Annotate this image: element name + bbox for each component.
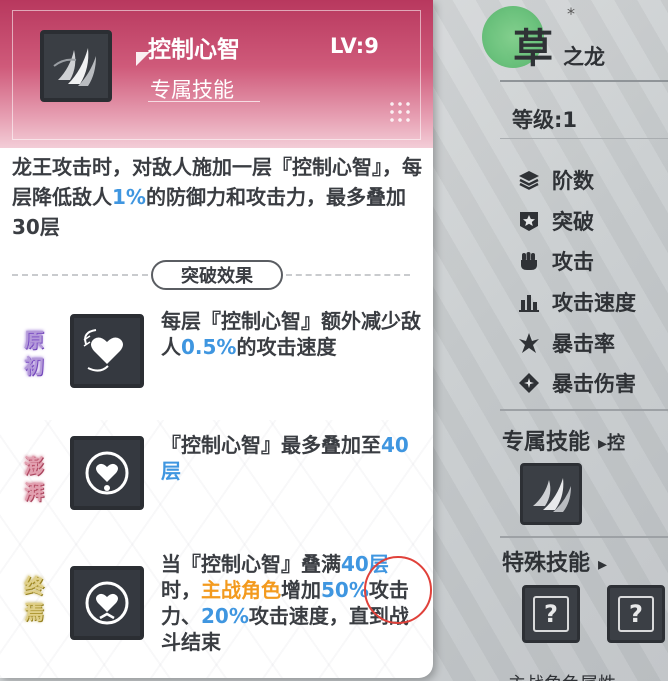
highlight-value: 20% bbox=[201, 604, 249, 628]
skill-name: 控制心智 bbox=[148, 37, 240, 63]
breakthrough-text: 『控制心智』最多叠加至40层 bbox=[161, 432, 423, 484]
stat-row-tier[interactable]: 阶数 bbox=[516, 165, 594, 195]
tier-char: 原 bbox=[24, 328, 44, 352]
claw-slash-icon bbox=[53, 48, 96, 86]
skill-description: 龙王攻击时，对敌人施加一层『控制心智』，每层降低敌人1%的防御力和攻击力，最多叠… bbox=[12, 152, 422, 242]
heart-swirl-icon bbox=[83, 329, 123, 372]
text-segment: 时， bbox=[161, 578, 201, 602]
divider bbox=[500, 138, 668, 139]
crit-rate-icon bbox=[516, 330, 542, 356]
fist-icon bbox=[516, 248, 542, 274]
stat-row-crit-damage[interactable]: 暴击伤害 bbox=[516, 368, 636, 398]
tier-char: 初 bbox=[24, 354, 44, 378]
exclusive-skill-link[interactable]: ▸控 bbox=[598, 433, 625, 454]
dashed-divider bbox=[286, 274, 410, 276]
stat-row-attack-speed[interactable]: 攻击速度 bbox=[516, 287, 636, 317]
highlight-value: 50% bbox=[321, 578, 369, 602]
text-segment: 的攻击速度 bbox=[236, 335, 337, 359]
highlight-value: 0.5% bbox=[181, 335, 237, 359]
breakthrough-star-icon bbox=[516, 208, 542, 234]
breakthrough-text: 每层『控制心智』额外减少敌人0.5%的攻击速度 bbox=[161, 308, 423, 360]
stat-row-attack[interactable]: 攻击 bbox=[516, 246, 594, 276]
heart-ring-crown-icon bbox=[85, 581, 129, 625]
text-segment: 『控制心智』最多叠加至 bbox=[161, 433, 381, 457]
tier-badge-origin: 原 初 bbox=[12, 310, 56, 396]
tier-char: 焉 bbox=[24, 600, 44, 624]
annotation-circle bbox=[364, 556, 432, 624]
skill-header: 控制心智 LV:9 专属技能 bbox=[0, 0, 433, 148]
highlight-value: 主战角色 bbox=[201, 578, 281, 602]
divider bbox=[148, 101, 260, 102]
exclusive-skill-label: 专属技能 bbox=[502, 430, 591, 455]
breakthrough-title: 突破效果 bbox=[151, 260, 283, 290]
stat-label: 阶数 bbox=[552, 169, 594, 193]
skill-icon bbox=[40, 30, 112, 102]
exclusive-skill-heading: 专属技能 ▸控 bbox=[502, 424, 625, 456]
dashed-divider bbox=[12, 274, 148, 276]
stat-label: 暴击率 bbox=[552, 332, 615, 356]
dots-decoration-icon bbox=[388, 100, 412, 124]
skill-type: 专属技能 bbox=[150, 78, 234, 102]
special-skill-arrow-icon[interactable]: ▸ bbox=[598, 554, 607, 575]
divider bbox=[500, 409, 668, 411]
special-skill-label: 特殊技能 bbox=[502, 551, 591, 576]
special-skill-slot-locked[interactable]: ? bbox=[522, 585, 580, 643]
dragon-level: 等级:1 bbox=[512, 108, 578, 132]
tier-char: 湃 bbox=[24, 480, 44, 504]
text-segment: 增加 bbox=[281, 578, 321, 602]
element-character: 草 bbox=[513, 25, 553, 72]
tier-badge-surge: 澎 湃 bbox=[12, 436, 56, 522]
divider bbox=[500, 80, 668, 82]
bar-chart-icon bbox=[516, 289, 542, 315]
question-mark-icon: ? bbox=[618, 596, 654, 632]
tier-char: 澎 bbox=[24, 454, 44, 478]
exclusive-skill-icon-button[interactable] bbox=[520, 463, 582, 525]
stat-label: 突破 bbox=[552, 210, 594, 234]
question-mark-icon: ? bbox=[533, 596, 569, 632]
breakthrough-icon bbox=[70, 436, 144, 510]
breakthrough-icon bbox=[70, 566, 144, 640]
element-suffix: 之龙 bbox=[563, 45, 605, 69]
stat-label: 攻击速度 bbox=[552, 291, 636, 315]
crit-damage-icon bbox=[516, 370, 542, 396]
tier-char: 终 bbox=[24, 574, 44, 598]
skill-level: LV:9 bbox=[330, 34, 379, 58]
stat-label: 攻击 bbox=[552, 250, 594, 274]
tier-badge-end: 终 焉 bbox=[12, 556, 56, 642]
breakthrough-icon bbox=[70, 314, 144, 388]
text-segment: 当『控制心智』叠满 bbox=[161, 552, 341, 576]
layers-icon bbox=[516, 167, 542, 193]
stat-label: 暴击伤害 bbox=[552, 372, 636, 396]
special-skill-slot-locked[interactable]: ? bbox=[607, 585, 665, 643]
stat-row-crit-rate[interactable]: 暴击率 bbox=[516, 328, 615, 358]
divider bbox=[500, 536, 668, 538]
heart-ring-icon bbox=[85, 451, 129, 495]
claw-slash-icon bbox=[533, 478, 571, 512]
stat-row-breakthrough[interactable]: 突破 bbox=[516, 206, 594, 236]
star-mark-icon: * bbox=[567, 4, 575, 23]
highlight-value: 1% bbox=[112, 185, 146, 209]
special-skill-heading: 特殊技能 ▸ bbox=[502, 545, 607, 577]
bottom-section-label: 主战角色属性 bbox=[508, 670, 616, 681]
